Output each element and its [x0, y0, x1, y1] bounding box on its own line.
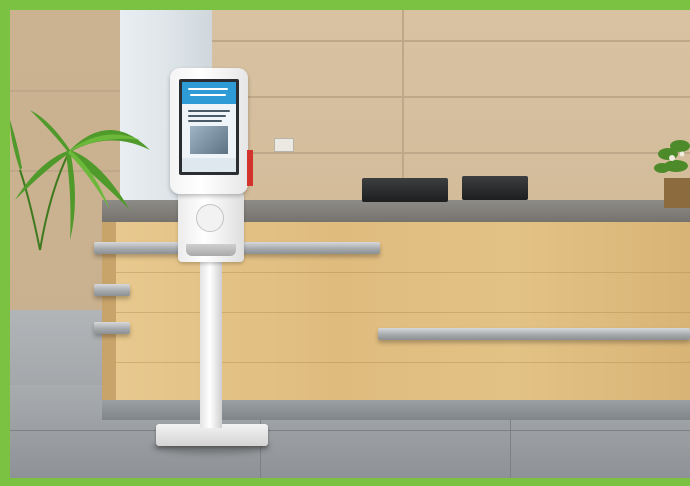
counter-base [102, 400, 690, 420]
wall-seam [10, 90, 120, 92]
screen-content [182, 82, 236, 172]
floor-left [10, 310, 106, 390]
screen-text-line [190, 94, 226, 96]
kiosk-side-accent [247, 150, 253, 186]
potted-plant [654, 140, 690, 208]
screen-image [190, 126, 228, 154]
drip-tray [186, 244, 236, 256]
screen-text-line [188, 88, 228, 90]
green-frame [0, 0, 690, 486]
wall-seam [402, 10, 404, 200]
floor-seam [10, 430, 690, 431]
floor-seam [510, 420, 511, 478]
kiosk-pole [200, 262, 222, 428]
steel-rail [94, 322, 130, 334]
wall-socket [274, 138, 294, 152]
screen-banner [182, 82, 236, 104]
counter-grain [102, 362, 690, 363]
wall-seam [212, 96, 690, 98]
palm-plant [10, 110, 150, 251]
steel-rail [378, 328, 690, 340]
steel-rail [94, 284, 130, 296]
desk-monitor [462, 176, 528, 200]
screen-text-line [188, 110, 230, 112]
dispenser-logo [196, 204, 224, 232]
wall-seam [212, 40, 690, 42]
screen-text-line [188, 115, 226, 117]
screen-text-line [188, 120, 222, 122]
counter-grain [102, 312, 690, 313]
photo [10, 10, 690, 478]
wall-seam [212, 152, 690, 154]
screen-footer [182, 158, 236, 172]
desk-monitor [362, 178, 448, 202]
counter-grain [102, 272, 690, 273]
